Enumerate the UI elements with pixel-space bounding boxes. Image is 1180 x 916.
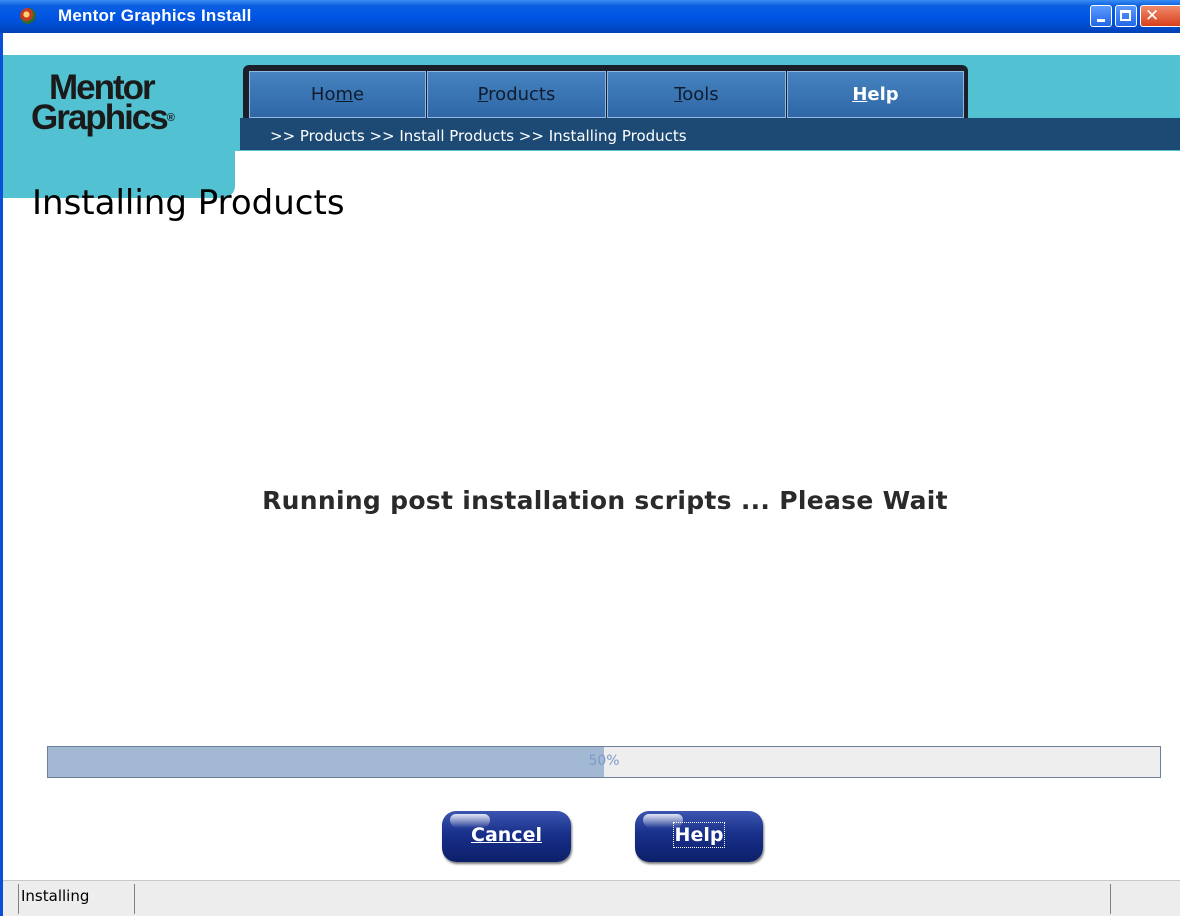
tab-products-label-post: roducts	[488, 84, 556, 105]
cancel-button-label: Cancel	[471, 824, 542, 846]
tab-products[interactable]: Products	[427, 71, 606, 118]
tab-home-label-post: e	[353, 84, 365, 105]
logo-line2-text: Graphics	[31, 98, 169, 137]
help-button-label: Help	[672, 822, 726, 848]
maximize-button[interactable]	[1115, 5, 1137, 27]
tab-help[interactable]: Help	[787, 71, 964, 118]
breadcrumb: >> Products >> Install Products >> Insta…	[270, 127, 687, 145]
title-bar: Mentor Graphics Install ✕	[0, 0, 1180, 33]
maximize-icon	[1120, 10, 1131, 21]
window-title: Mentor Graphics Install	[58, 6, 252, 25]
tab-tools-label-post: ools	[682, 84, 719, 105]
cancel-button[interactable]: Cancel	[442, 811, 571, 862]
status-message: Running post installation scripts ... Pl…	[262, 486, 948, 515]
help-button[interactable]: Help	[635, 811, 763, 862]
tab-products-mnemonic: P	[477, 84, 489, 105]
status-bar: Installing	[3, 880, 1180, 916]
minimize-icon	[1097, 19, 1105, 22]
minimize-button[interactable]	[1090, 5, 1112, 27]
close-icon: ✕	[1145, 6, 1160, 26]
tab-home-mnemonic: m	[335, 84, 354, 105]
status-cell-empty	[135, 884, 1111, 914]
tab-home[interactable]: Home	[249, 71, 426, 118]
page-title: Installing Products	[32, 183, 345, 223]
tab-help-label-post: elp	[867, 84, 899, 105]
progress-bar: 50%	[47, 746, 1161, 778]
tab-home-label-pre: Ho	[310, 84, 336, 105]
registered-mark: ®	[166, 112, 175, 124]
status-text: Installing	[21, 887, 90, 905]
app-icon[interactable]	[20, 8, 36, 24]
tab-tools[interactable]: Tools	[607, 71, 786, 118]
close-button[interactable]: ✕	[1140, 5, 1180, 27]
tab-help-mnemonic: H	[852, 84, 868, 105]
logo-line2: Graphics®	[31, 100, 175, 135]
progress-label: 50%	[588, 753, 620, 769]
mentor-graphics-logo: Mentor Graphics®	[31, 70, 175, 135]
